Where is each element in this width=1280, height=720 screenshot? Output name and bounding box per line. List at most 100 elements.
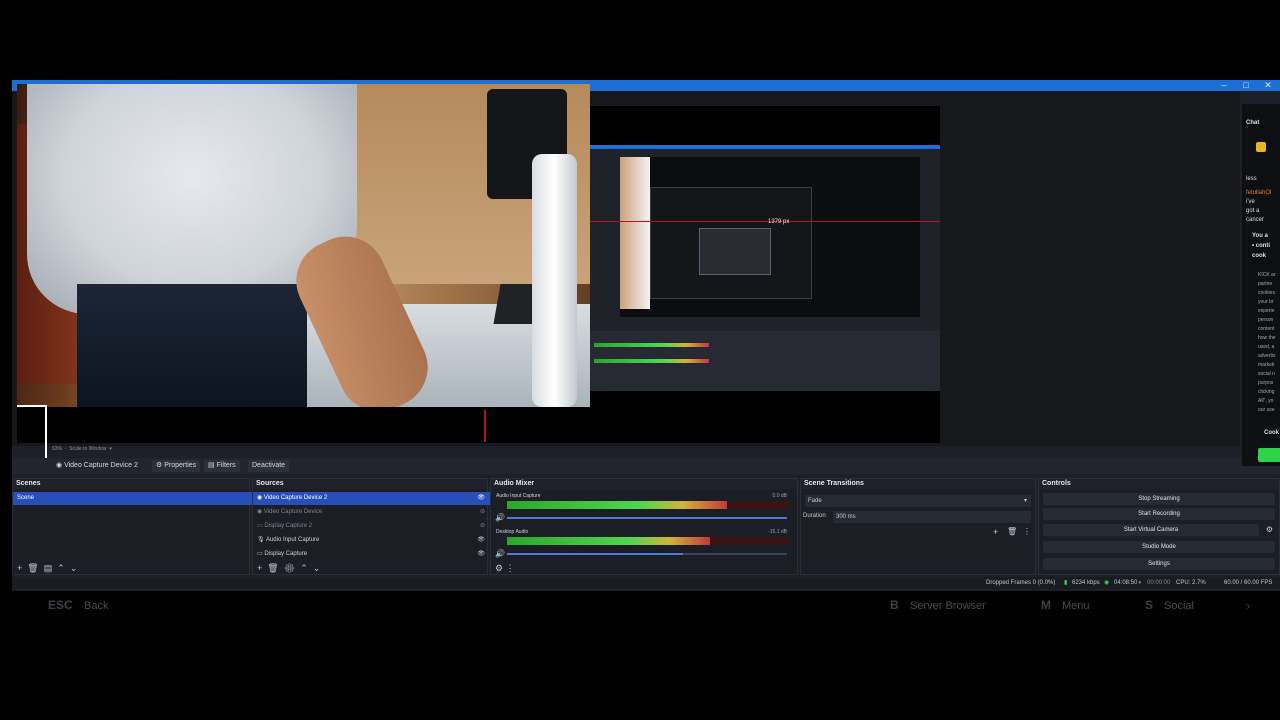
inner-webcam (620, 157, 650, 309)
accept-button[interactable] (1258, 448, 1280, 462)
gear-icon[interactable]: ⚙ (284, 563, 295, 573)
up-icon[interactable]: ⌃ (300, 563, 308, 573)
mixer-footer: ⚙ ⋮ (495, 563, 515, 573)
source-label: Audio Input Capture (265, 537, 320, 543)
cookie-text: KICK ar (1258, 272, 1276, 278)
sources-footer: + 🗑 ⚙ ⌃ ⌄ (257, 563, 320, 573)
menu-label[interactable]: Menu (1062, 600, 1090, 612)
chevron-right-icon[interactable]: › (1246, 598, 1250, 613)
scale-bar[interactable]: 63% · Scale to Window ▾ (52, 446, 112, 454)
cookie-text: how the (1258, 335, 1276, 341)
more-icon[interactable]: ⋮ (1023, 527, 1031, 536)
channel-db: -15.1 dB (768, 529, 787, 535)
source-item[interactable]: ◉ Video Capture Device 2 👁 (253, 492, 491, 505)
eye-off-icon[interactable]: ⊘ (480, 520, 485, 533)
webcam-video-source[interactable] (17, 84, 590, 407)
cookie-settings-button[interactable]: Cook (1264, 430, 1279, 436)
properties-label: Properties (164, 462, 197, 469)
eye-icon[interactable]: 👁 (477, 492, 485, 505)
server-browser-label[interactable]: Server Browser (910, 600, 986, 612)
chat-line: got a (1246, 208, 1260, 214)
filters-button[interactable]: ▤ Filters (204, 460, 240, 472)
trash-icon[interactable]: 🗑 (1007, 527, 1017, 536)
add-transition-icon[interactable]: + (993, 527, 998, 537)
sources-dock: Sources ◉ Video Capture Device 2 👁 ◉ Vid… (252, 478, 491, 575)
eye-off-icon[interactable]: ⊘ (480, 506, 485, 519)
cpu-usage: CPU: 2.7% (1176, 580, 1206, 586)
inner-docks (590, 331, 940, 391)
water-bottle (532, 154, 577, 407)
close-button[interactable]: ✕ (1260, 80, 1276, 91)
chat-username: fetullahOl (1246, 190, 1272, 196)
volume-meter-level (507, 501, 727, 509)
inner-preview (620, 157, 920, 317)
add-icon[interactable]: + (257, 563, 262, 573)
more-icon[interactable]: ⋮ (506, 563, 515, 573)
measure-label: 1379 px (768, 219, 790, 225)
speaker-icon[interactable]: 🔊 (495, 549, 505, 558)
source-label: Display Capture (264, 551, 308, 557)
social-label[interactable]: Social (1164, 600, 1194, 612)
live-icon: ◉ (1104, 580, 1110, 586)
speaker-icon[interactable]: 🔊 (495, 513, 505, 522)
deactivate-button[interactable]: Deactivate (248, 460, 290, 472)
transition-select[interactable]: Fade ▾ (805, 495, 1031, 507)
source-item[interactable]: ▭ Display Capture 2 ⊘ (253, 520, 491, 533)
chevron-down-icon: ▾ (1023, 498, 1027, 504)
camera-icon: ◉ (257, 495, 263, 501)
minimize-button[interactable]: – (1216, 80, 1232, 91)
esc-key: ESC (48, 598, 73, 612)
start-virtual-camera-button[interactable]: Start Virtual Camera (1043, 524, 1259, 536)
cookie-text: All", yo (1258, 398, 1274, 404)
badge-icon (1256, 142, 1266, 152)
chat-title: Chat (1246, 120, 1260, 126)
microphone-icon: 🎙 (257, 537, 265, 543)
selected-source-label: ◉ Video Capture Device 2 (56, 460, 138, 472)
cookie-text: social n (1258, 371, 1275, 377)
volume-slider[interactable] (507, 553, 787, 555)
gear-icon: ⚙ (156, 462, 163, 469)
down-icon[interactable]: ⌄ (313, 563, 321, 573)
volume-slider[interactable] (507, 517, 787, 519)
cookie-text: clicking (1258, 389, 1275, 395)
cookie-text: content (1258, 326, 1275, 332)
properties-button[interactable]: ⚙ Properties (152, 460, 201, 472)
chat-line: i've (1246, 199, 1255, 205)
chat-line: cancer (1246, 217, 1265, 223)
audio-mixer-header: Audio Mixer (491, 479, 797, 489)
filter-icon[interactable]: ▤ (44, 563, 53, 573)
trash-icon[interactable]: 🗑 (27, 563, 38, 573)
filters-label: Filters (216, 462, 236, 469)
cookie-text: experie (1258, 308, 1275, 314)
trash-icon[interactable]: 🗑 (267, 563, 278, 573)
up-icon[interactable]: ⌃ (57, 563, 65, 573)
scene-item[interactable]: Scene (13, 492, 253, 505)
start-recording-button[interactable]: Start Recording (1043, 508, 1275, 520)
source-item[interactable]: ◉ Video Capture Device ⊘ (253, 506, 491, 519)
cookie-text: purpos (1258, 380, 1274, 386)
source-item[interactable]: 🎙 Audio Input Capture 👁 (253, 534, 491, 547)
channel-name: Desktop Audio (496, 529, 529, 535)
studio-mode-button[interactable]: Studio Mode (1043, 541, 1275, 553)
back-label[interactable]: Back (84, 600, 108, 612)
gear-icon[interactable]: ⚙ (495, 563, 503, 573)
maximize-button[interactable]: □ (1238, 80, 1254, 91)
stop-streaming-button[interactable]: Stop Streaming (1043, 493, 1275, 505)
settings-button[interactable]: Settings (1043, 558, 1275, 570)
sources-header: Sources (253, 479, 487, 489)
down-icon[interactable]: ⌄ (70, 563, 78, 573)
add-icon[interactable]: + (17, 563, 22, 573)
volume-slider-fill (507, 517, 787, 519)
signal-icon: ▮ (1064, 580, 1068, 586)
gear-icon[interactable]: ⚙ (1266, 525, 1273, 534)
source-item[interactable]: ▭ Display Capture 👁 (253, 548, 491, 561)
display-capture-preview[interactable]: 1379 px (590, 145, 940, 391)
channel-db: 0.0 dB (772, 493, 787, 499)
red-guide-vertical (484, 410, 486, 442)
eye-icon[interactable]: 👁 (477, 534, 485, 547)
eye-icon[interactable]: 👁 (477, 548, 485, 561)
m-key: M (1041, 598, 1051, 612)
duration-input[interactable]: 300 ms (833, 511, 1031, 523)
fps: 60.00 / 60.00 FPS (1224, 580, 1273, 586)
volume-meter-level (507, 537, 711, 545)
